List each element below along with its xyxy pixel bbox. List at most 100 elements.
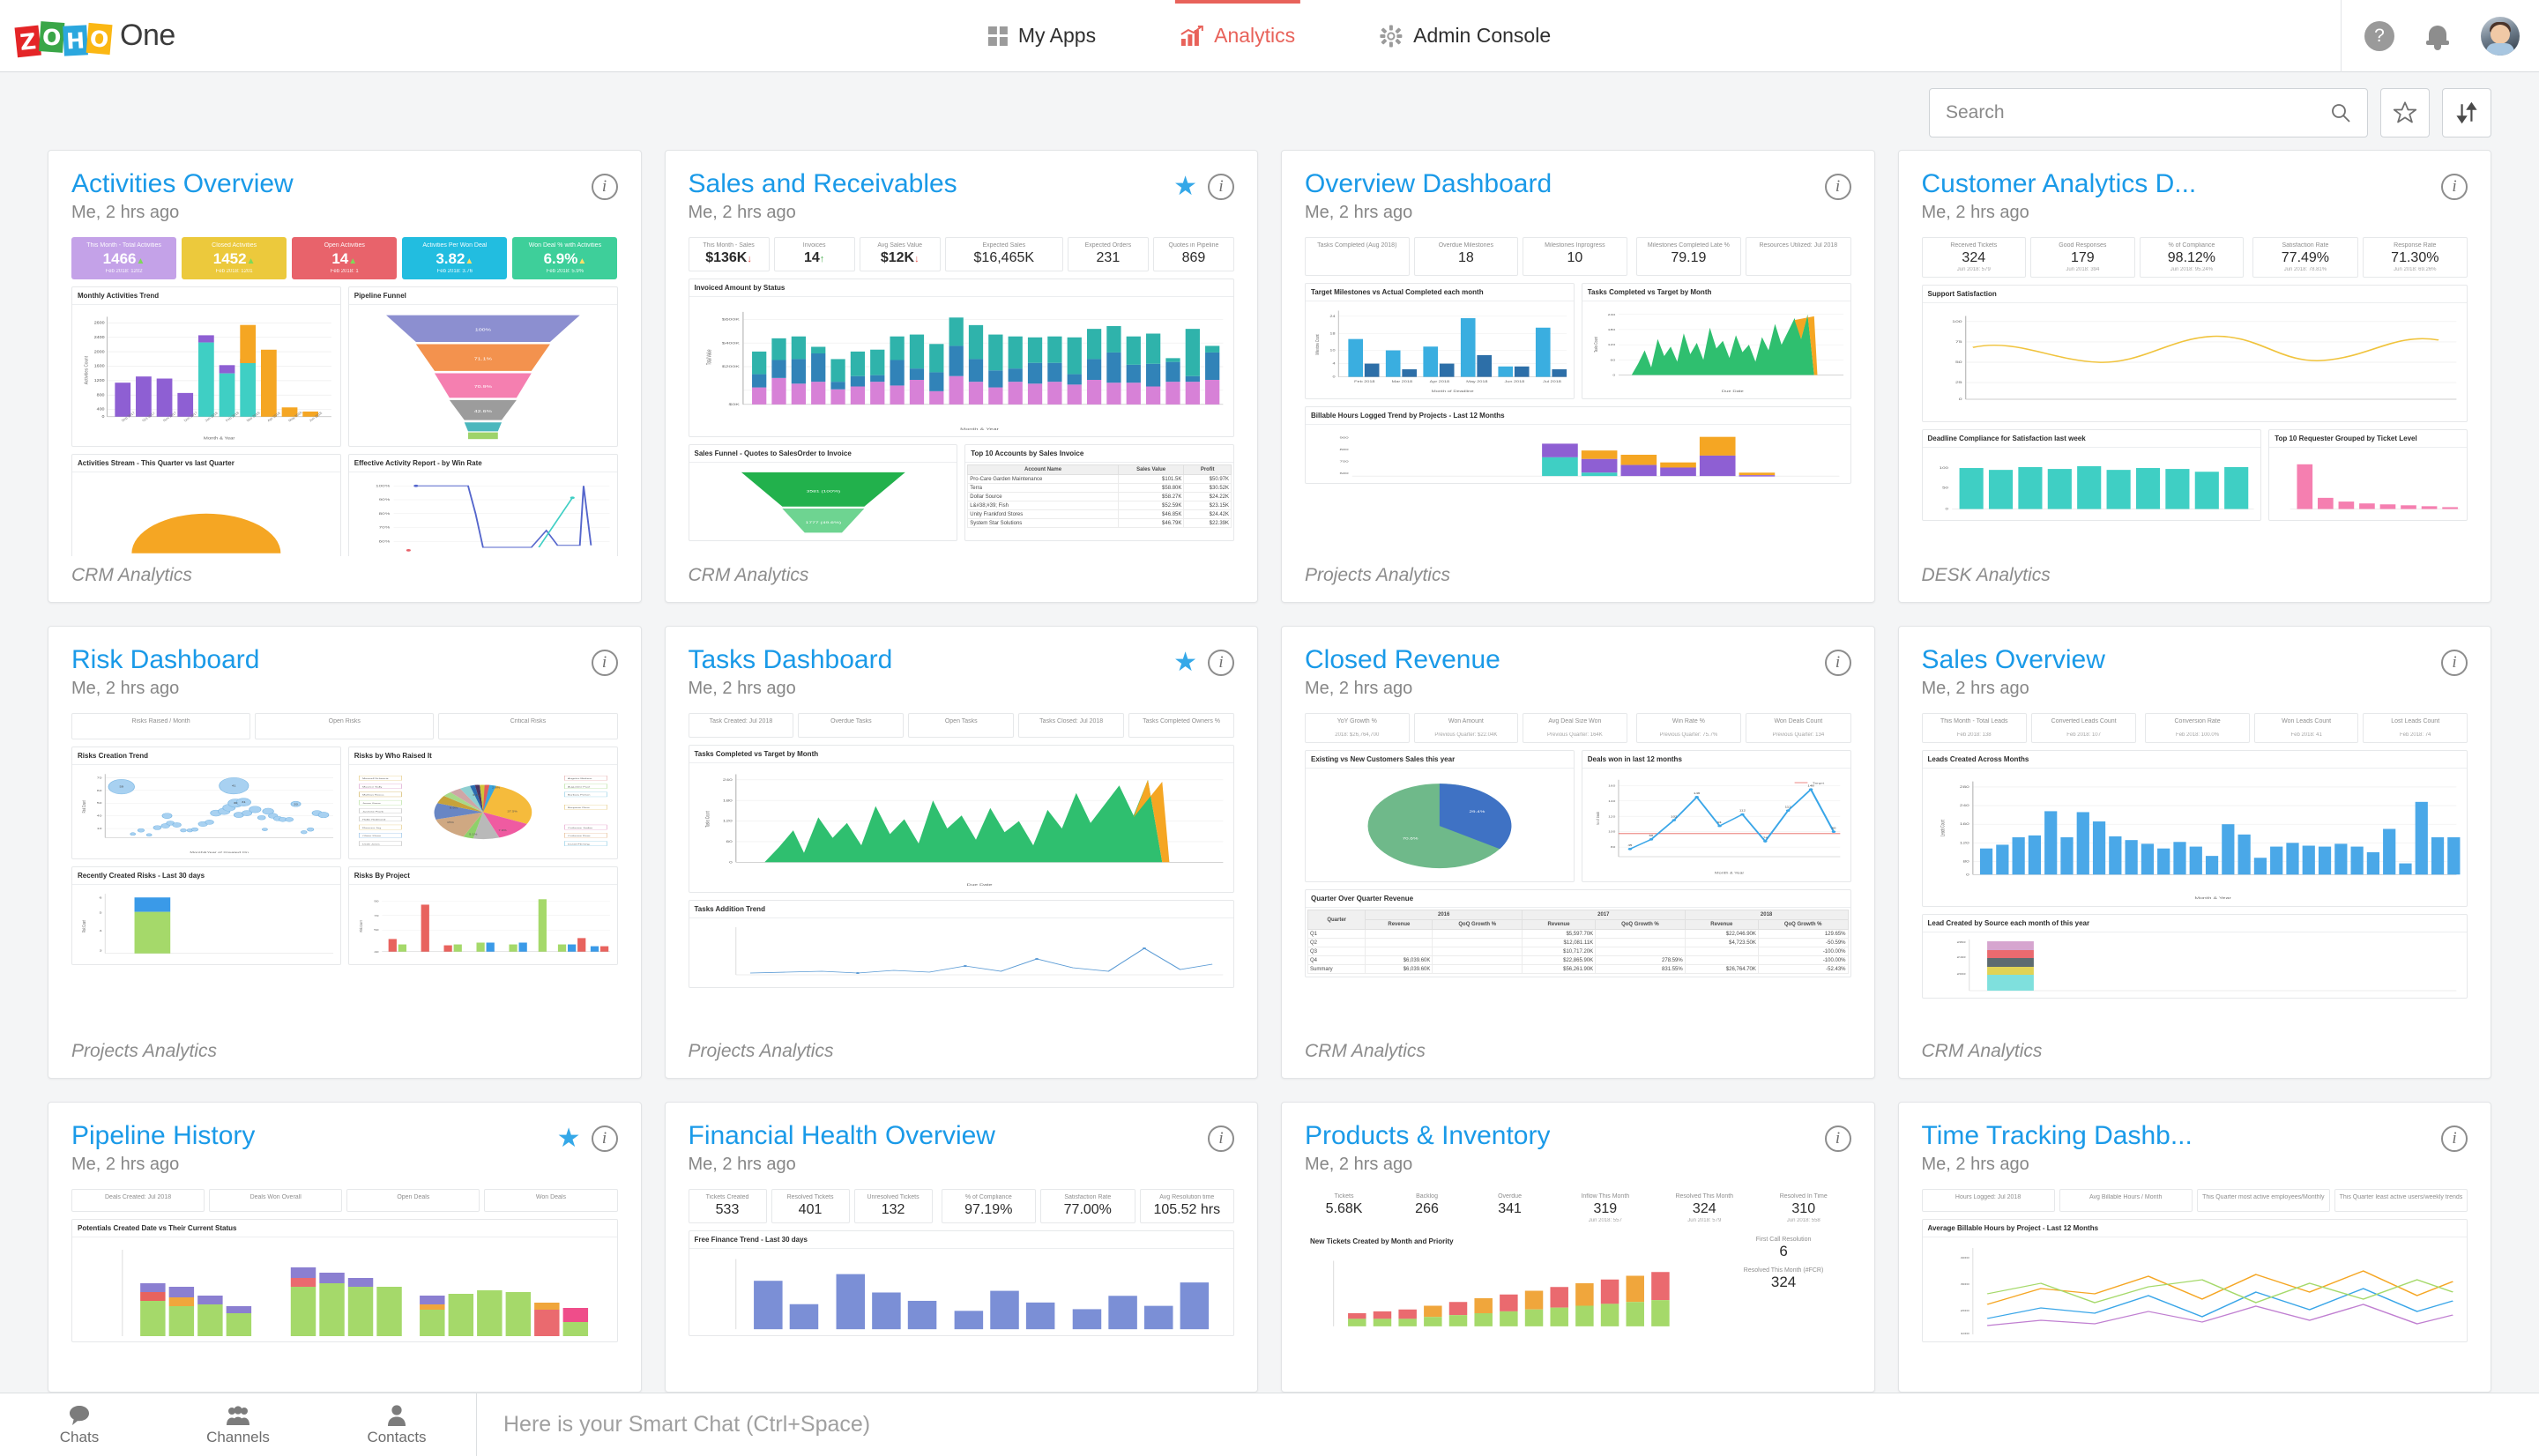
notifications-bell-icon[interactable] (2424, 23, 2451, 49)
kpi-tile: Tasks Closed: Jul 2018 (1018, 713, 1124, 738)
bottombar-item-chats[interactable]: Chats (0, 1404, 159, 1446)
kpi-sub: Feb 2018: 1 (295, 269, 393, 274)
search-input[interactable] (1946, 102, 2330, 123)
svg-text:Month of Deadline: Month of Deadline (1432, 390, 1474, 393)
table-header-cell: Sales Value (1118, 465, 1184, 475)
kpi-label: Won Leads Count (2258, 718, 2356, 724)
kpi-tile: Avg Resolution time 105.52 hrs (1140, 1189, 1234, 1223)
dashboard-card-time-tracking-dashboard[interactable]: Time Tracking Dashb... Me, 2 hrs ago i H… (1898, 1102, 2492, 1393)
svg-text:Jul 2018: Jul 2018 (1543, 381, 1561, 384)
kpi-label: Invoices (778, 242, 852, 249)
svg-text:Month & Year: Month & Year (204, 436, 235, 441)
help-icon[interactable]: ? (2364, 21, 2394, 51)
svg-text:180: 180 (722, 799, 732, 803)
bottombar-item-channels[interactable]: Channels (159, 1404, 317, 1446)
kpi-value: 18 (1418, 250, 1515, 266)
info-icon[interactable]: i (1825, 174, 1851, 200)
search-box[interactable] (1929, 88, 2368, 137)
svg-text:90%: 90% (378, 499, 390, 502)
sort-button[interactable] (2442, 88, 2491, 137)
card-header: Customer Analytics D... Me, 2 hrs ago i (1922, 170, 2468, 223)
kpi-value: 266 (1390, 1201, 1463, 1217)
dashboard-card-customer-analytics[interactable]: Customer Analytics D... Me, 2 hrs ago i … (1898, 150, 2492, 603)
smart-chat-input[interactable]: Here is your Smart Chat (Ctrl+Space) (476, 1393, 2539, 1456)
dashboard-card-activities-overview[interactable]: Activities Overview Me, 2 hrs ago i This… (48, 150, 642, 603)
card-header: Time Tracking Dashb... Me, 2 hrs ago i (1922, 1122, 2468, 1175)
svg-text:280: 280 (1956, 941, 1966, 945)
kpi-label: YoY Growth % (1308, 718, 1406, 724)
zoho-one-logo[interactable]: Z O H O One (0, 18, 175, 55)
table-row: Q4$6,039.60K$22,865.90K278.59%-100.00% (1308, 956, 1849, 965)
card-header: Sales Overview Me, 2 hrs ago i (1922, 646, 2468, 699)
nav-item-admin-console[interactable]: Admin Console (1380, 0, 1551, 72)
kpi-tile: Open Tasks (908, 713, 1014, 738)
card-subtitle: Me, 2 hrs ago (71, 203, 294, 223)
info-icon[interactable]: i (2441, 1125, 2468, 1152)
mini-panel-potentials-created-date: Potentials Created Date vs Their Current… (71, 1219, 618, 1342)
info-icon[interactable]: i (1208, 174, 1234, 200)
svg-text:5.1%: 5.1% (469, 834, 477, 836)
dashboard-card-financial-health-overview[interactable]: Financial Health Overview Me, 2 hrs ago … (665, 1102, 1259, 1393)
svg-text:$200K: $200K (721, 366, 739, 369)
svg-text:240: 240 (1959, 805, 1969, 808)
card-thumbnail: Received Tickets 324 Jun 2018: 579 Good … (1922, 237, 2468, 556)
info-icon[interactable]: i (2441, 650, 2468, 676)
dashboard-card-overview-dashboard[interactable]: Overview Dashboard Me, 2 hrs ago i Tasks… (1281, 150, 1875, 603)
card-title: Closed Revenue (1305, 646, 1500, 674)
info-icon[interactable]: i (1825, 1125, 1851, 1152)
card-subtitle: Me, 2 hrs ago (689, 679, 893, 699)
user-avatar[interactable] (2481, 17, 2520, 56)
dashboard-card-sales-overview[interactable]: Sales Overview Me, 2 hrs ago i This Mont… (1898, 626, 2492, 1079)
dashboard-card-closed-revenue[interactable]: Closed Revenue Me, 2 hrs ago i YoY Growt… (1281, 626, 1875, 1079)
info-icon[interactable]: i (592, 650, 618, 676)
info-icon[interactable]: i (1825, 650, 1851, 676)
svg-text:70: 70 (97, 776, 103, 779)
svg-text:3581 (100%): 3581 (100%) (806, 490, 840, 494)
dashboard-card-pipeline-history[interactable]: Pipeline History Me, 2 hrs ago ★ i Deals… (48, 1102, 642, 1393)
svg-text:240: 240 (722, 779, 732, 783)
svg-text:200: 200 (1960, 1310, 1969, 1313)
dashboard-card-products-and-inventory[interactable]: Products & Inventory Me, 2 hrs ago i Tic… (1281, 1102, 1875, 1393)
dashboard-card-risk-dashboard[interactable]: Risk Dashboard Me, 2 hrs ago i Risks Rai… (48, 626, 642, 1079)
info-icon[interactable]: i (1208, 650, 1234, 676)
kpi-label: Tasks Completed Owners % (1132, 718, 1231, 724)
bottombar-item-contacts[interactable]: Contacts (317, 1404, 476, 1446)
grouped-bar-chart: 2418 1040 Feb 2018Mar 2018 Apr 2018May 2… (1309, 305, 1570, 395)
mini-panel-average-billable-hours: Average Billable Hours by Project - Last… (1922, 1219, 2468, 1342)
info-icon[interactable]: i (1208, 1125, 1234, 1152)
kpi-sub: Jun 2018: 558 (1759, 1218, 1848, 1223)
svg-text:Milestone Count: Milestone Count (1314, 334, 1320, 355)
mini-panel-pipeline-funnel: Pipeline Funnel 100%71.1% 70.9%42.6% (348, 286, 618, 447)
info-icon[interactable]: i (592, 1125, 618, 1152)
nav-label-admin-console: Admin Console (1413, 24, 1551, 48)
panel-title: Quarter Over Quarter Revenue (1306, 890, 1850, 908)
mini-panel-support-satisfaction: Support Satisfaction 10075 50250 (1922, 285, 2468, 422)
card-subtitle: Me, 2 hrs ago (1305, 679, 1500, 699)
favorites-filter-button[interactable] (2380, 88, 2430, 137)
kpi-value: $136K↓ (692, 250, 766, 266)
nav-item-my-apps[interactable]: My Apps (988, 0, 1096, 72)
svg-text:May 2018: May 2018 (1466, 381, 1488, 384)
favorite-star-icon[interactable]: ★ (1173, 650, 1197, 676)
table-row: Q3$10,717.20K-100.00% (1308, 947, 1849, 956)
bar-chart: 280240 160120 800 Month & Year Leads Cou… (1926, 772, 2464, 903)
svg-text:2400: 2400 (94, 336, 105, 340)
kpi-value: 341 (1473, 1201, 1546, 1217)
kpi-label: Tasks Closed: Jul 2018 (1022, 718, 1121, 724)
svg-text:41: 41 (232, 785, 236, 788)
svg-text:120: 120 (1959, 842, 1969, 845)
kpi-tile: Risks Raised / Month (71, 713, 250, 739)
table-body: Q1$5,597.70K$22,046.90K129.65% Q2$12,081… (1308, 930, 1849, 974)
mini-panel-tasks-completed-vs-target: Tasks Completed vs Target by Month 2 (1582, 283, 1851, 399)
favorite-star-icon[interactable]: ★ (557, 1125, 581, 1152)
favorite-star-icon[interactable]: ★ (1173, 174, 1197, 200)
nav-item-analytics[interactable]: Analytics (1180, 0, 1295, 72)
info-icon[interactable]: i (592, 174, 618, 200)
kpi-tile: Avg Billable Hours / Month (2059, 1189, 2193, 1212)
card-footer: CRM Analytics (1305, 1032, 1851, 1078)
table-row: Unity Frankford Stores$46.85K$24.42K (968, 510, 1232, 519)
dashboard-card-sales-and-receivables[interactable]: Sales and Receivables Me, 2 hrs ago ★ i … (665, 150, 1259, 603)
kpi-tile: Activities Per Won Deal 3.82▲ Feb 2018: … (402, 237, 507, 279)
dashboard-card-tasks-dashboard[interactable]: Tasks Dashboard Me, 2 hrs ago ★ i Task C… (665, 626, 1259, 1079)
info-icon[interactable]: i (2441, 174, 2468, 200)
